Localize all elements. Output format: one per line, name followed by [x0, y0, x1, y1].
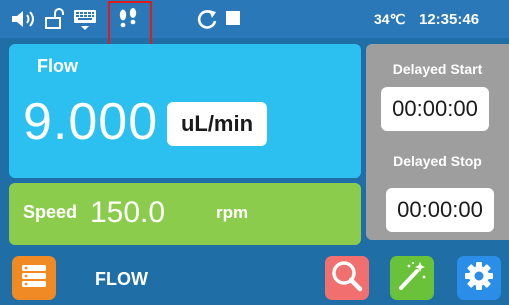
- clock-readout: 12:35:46: [419, 11, 480, 28]
- settings-button[interactable]: [457, 256, 501, 300]
- menu-icon: [19, 261, 49, 296]
- stop-icon[interactable]: [224, 8, 242, 30]
- status-bar: 34℃ 12:35:46: [0, 0, 509, 38]
- delayed-start-time[interactable]: 00:00:00: [381, 87, 489, 131]
- refresh-icon[interactable]: [196, 8, 218, 30]
- menu-button[interactable]: [12, 256, 56, 300]
- flow-value[interactable]: 9.000: [23, 92, 158, 152]
- flow-panel[interactable]: Flow 9.000 uL/min: [9, 44, 361, 178]
- keyboard-icon[interactable]: [72, 8, 98, 30]
- speed-value[interactable]: 150.0: [90, 196, 165, 230]
- mode-label: FLOW: [95, 269, 148, 289]
- search-button[interactable]: [325, 256, 369, 300]
- unlock-icon[interactable]: [44, 8, 66, 30]
- speed-panel[interactable]: Speed 150.0 rpm: [9, 183, 361, 245]
- search-icon: [330, 259, 364, 298]
- magic-wand-icon: [395, 259, 429, 298]
- speed-label: Speed: [23, 202, 78, 222]
- delayed-stop-time[interactable]: 00:00:00: [386, 188, 494, 232]
- gear-icon: [462, 259, 496, 298]
- highlight-box: [108, 1, 152, 47]
- speaker-icon[interactable]: [10, 8, 38, 30]
- delayed-stop-label: Delayed Stop: [393, 153, 482, 169]
- temperature-readout: 34℃: [374, 11, 406, 27]
- flow-title: Flow: [37, 56, 78, 76]
- flow-unit-button[interactable]: uL/min: [167, 102, 267, 146]
- delayed-start-label: Delayed Start: [392, 61, 483, 77]
- delay-panel: Delayed Start 00:00:00 Delayed Stop 00:0…: [366, 44, 509, 240]
- magic-wand-button[interactable]: [390, 256, 434, 300]
- speed-unit: rpm: [216, 203, 249, 222]
